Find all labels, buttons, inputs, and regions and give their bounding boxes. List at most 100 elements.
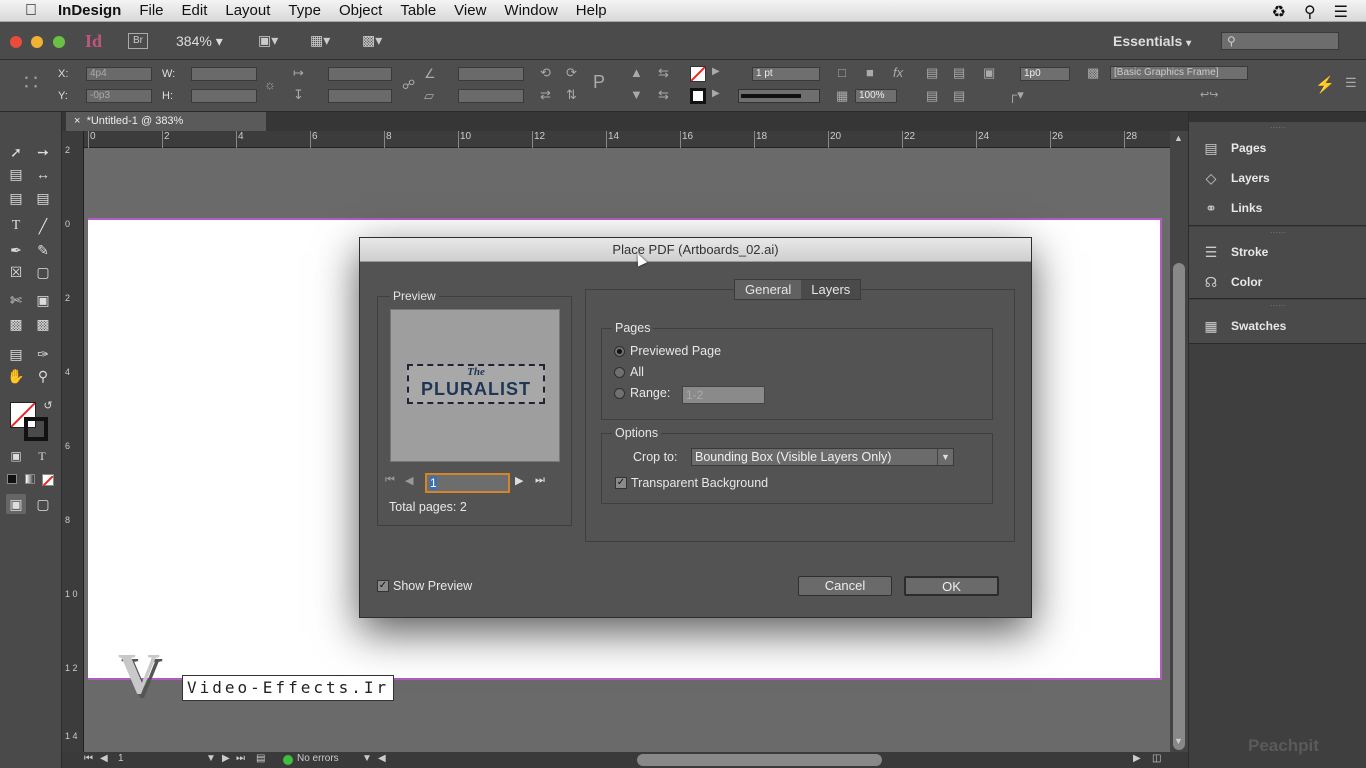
eyedropper-tool-icon[interactable]: ✑: [33, 344, 53, 364]
gap-field[interactable]: 1p0: [1020, 67, 1070, 81]
radio-button[interactable]: [614, 387, 625, 399]
stroke-dropdown-icon[interactable]: ▶: [712, 88, 720, 99]
gradient-swatch-tool-icon[interactable]: ▩: [6, 314, 26, 334]
vertical-ruler[interactable]: 2 0 2 4 6 8 1 0 1 2 1 4: [62, 131, 84, 752]
gap-tool-icon[interactable]: ↔: [33, 164, 53, 184]
effects-square-icon[interactable]: ■: [866, 65, 874, 80]
tab-general[interactable]: General: [735, 280, 802, 299]
transparent-background-checkbox[interactable]: ✓ Transparent Background: [615, 476, 768, 490]
radio-previewed-page[interactable]: Previewed Page: [614, 344, 721, 358]
chain-link-icon[interactable]: ☍: [402, 77, 415, 93]
content-collector-icon[interactable]: ▤: [6, 188, 26, 208]
select-next-icon[interactable]: ⇆: [658, 87, 669, 103]
formatting-text-icon[interactable]: T: [32, 446, 52, 466]
menu-window[interactable]: Window: [495, 2, 566, 19]
checkmark-icon[interactable]: ✓: [377, 580, 389, 592]
panel-menu-icon[interactable]: ☰: [1345, 75, 1357, 91]
menu-table[interactable]: Table: [391, 2, 445, 19]
content-placer-icon[interactable]: ▤: [33, 188, 53, 208]
auto-fit-icon[interactable]: ▤: [953, 65, 965, 81]
previous-page-icon[interactable]: ◀: [100, 753, 108, 764]
panel-dock-header[interactable]: [1189, 112, 1366, 122]
scroll-right-icon[interactable]: ▶: [1133, 753, 1141, 764]
fx-effects-icon[interactable]: fx: [893, 65, 903, 80]
ok-button[interactable]: OK: [904, 576, 999, 596]
minimize-window-button[interactable]: [31, 36, 43, 48]
open-page-icon[interactable]: ▤: [256, 753, 265, 764]
binoculars-icon[interactable]: ♻: [1272, 2, 1286, 22]
rotate-cw-icon[interactable]: ⟳: [566, 65, 577, 81]
panel-color[interactable]: ☊ Color: [1201, 272, 1263, 292]
cancel-button[interactable]: Cancel: [798, 576, 892, 596]
fill-swatch[interactable]: [690, 66, 706, 82]
scale-y-field[interactable]: [328, 89, 392, 103]
shear-field[interactable]: [458, 89, 524, 103]
menu-object[interactable]: Object: [330, 2, 391, 19]
width-field[interactable]: [191, 67, 257, 81]
scroll-down-icon[interactable]: ▼: [1174, 736, 1183, 746]
frame-fitting-icon[interactable]: ▣: [983, 65, 995, 81]
scale-x-field[interactable]: [328, 67, 392, 81]
rectangle-frame-tool-icon[interactable]: ☒: [6, 262, 26, 282]
apply-gradient-icon[interactable]: [25, 474, 35, 484]
rectangle-tool-icon[interactable]: ▢: [33, 262, 53, 282]
object-style-dropdown[interactable]: [Basic Graphics Frame]: [1110, 66, 1248, 80]
scroll-left-icon[interactable]: ◀: [378, 753, 386, 764]
menu-app-name[interactable]: InDesign: [42, 2, 130, 19]
preflight-menu-icon[interactable]: ▼: [362, 753, 372, 764]
constrain-proportions-icon[interactable]: ☼: [264, 77, 276, 92]
select-container-icon[interactable]: ▲: [630, 65, 643, 80]
scroll-up-icon[interactable]: ▲: [1174, 133, 1183, 143]
menu-help[interactable]: Help: [567, 2, 616, 19]
selection-tool-icon[interactable]: ➚: [6, 142, 26, 162]
preview-mode-icon[interactable]: ▢: [33, 494, 53, 514]
document-tab[interactable]: × *Untitled-1 @ 383%: [66, 112, 266, 131]
flip-horizontal-icon[interactable]: ⇄: [540, 87, 551, 103]
drop-shadow-icon[interactable]: □: [838, 65, 846, 80]
fill-dropdown-icon[interactable]: ▶: [712, 66, 720, 77]
zoom-window-button[interactable]: [53, 36, 65, 48]
opacity-field[interactable]: 100%: [855, 89, 897, 103]
close-tab-icon[interactable]: ×: [74, 115, 80, 127]
reference-point-icon[interactable]: ∷: [24, 70, 38, 96]
panel-grip[interactable]: ⋯⋯: [1189, 124, 1366, 132]
stroke-type-dropdown[interactable]: [738, 89, 820, 103]
radio-button-selected[interactable]: [614, 345, 625, 357]
previous-page-icon[interactable]: ◀: [405, 474, 413, 487]
swap-fill-stroke-icon[interactable]: ↺: [38, 396, 58, 416]
tab-layers[interactable]: Layers: [801, 280, 860, 299]
page-dropdown-icon[interactable]: ▼: [206, 753, 216, 764]
crop-to-dropdown[interactable]: Bounding Box (Visible Layers Only) ▼: [691, 448, 954, 466]
panel-grip[interactable]: ⋯⋯: [1189, 229, 1366, 237]
line-tool-icon[interactable]: ╱: [33, 216, 53, 236]
view-options-icon[interactable]: ▣▾: [258, 32, 292, 50]
direct-selection-tool-icon[interactable]: ➙: [33, 142, 53, 162]
workspace-switcher[interactable]: Essentials ▾: [1113, 33, 1191, 49]
flip-vertical-icon[interactable]: ⇅: [566, 87, 577, 103]
select-content-icon[interactable]: ▼: [630, 87, 643, 102]
normal-view-mode-icon[interactable]: ▣: [6, 494, 26, 514]
quick-apply-icon[interactable]: ⚡: [1315, 75, 1335, 95]
type-tool-icon[interactable]: T: [6, 216, 26, 236]
apple-icon[interactable]: : [20, 2, 42, 20]
checkmark-icon[interactable]: ✓: [615, 477, 627, 489]
first-page-icon[interactable]: ⏮: [84, 753, 93, 764]
range-input[interactable]: 1-2: [682, 386, 765, 404]
note-tool-icon[interactable]: ▤: [6, 344, 26, 364]
vertical-scrollbar[interactable]: ▲ ▼: [1170, 131, 1188, 752]
x-position-field[interactable]: 4p4: [86, 67, 152, 81]
page-number-field[interactable]: 1: [118, 753, 124, 764]
panel-swatches[interactable]: ▦ Swatches: [1201, 316, 1286, 336]
pencil-tool-icon[interactable]: ✎: [33, 240, 53, 260]
height-field[interactable]: [191, 89, 257, 103]
y-position-field[interactable]: -0p3: [86, 89, 152, 103]
clear-overrides-icon[interactable]: ↩↪: [1200, 88, 1218, 101]
hand-tool-icon[interactable]: ✋: [6, 366, 26, 386]
last-page-icon[interactable]: ⏭: [236, 753, 245, 764]
stroke-weight-field[interactable]: 1 pt: [752, 67, 820, 81]
menu-type[interactable]: Type: [279, 2, 330, 19]
text-wrap-icon[interactable]: ▤: [926, 65, 938, 81]
panel-layers[interactable]: ◇ Layers: [1201, 168, 1270, 188]
close-window-button[interactable]: [10, 36, 22, 48]
next-page-icon[interactable]: ▶: [222, 753, 230, 764]
